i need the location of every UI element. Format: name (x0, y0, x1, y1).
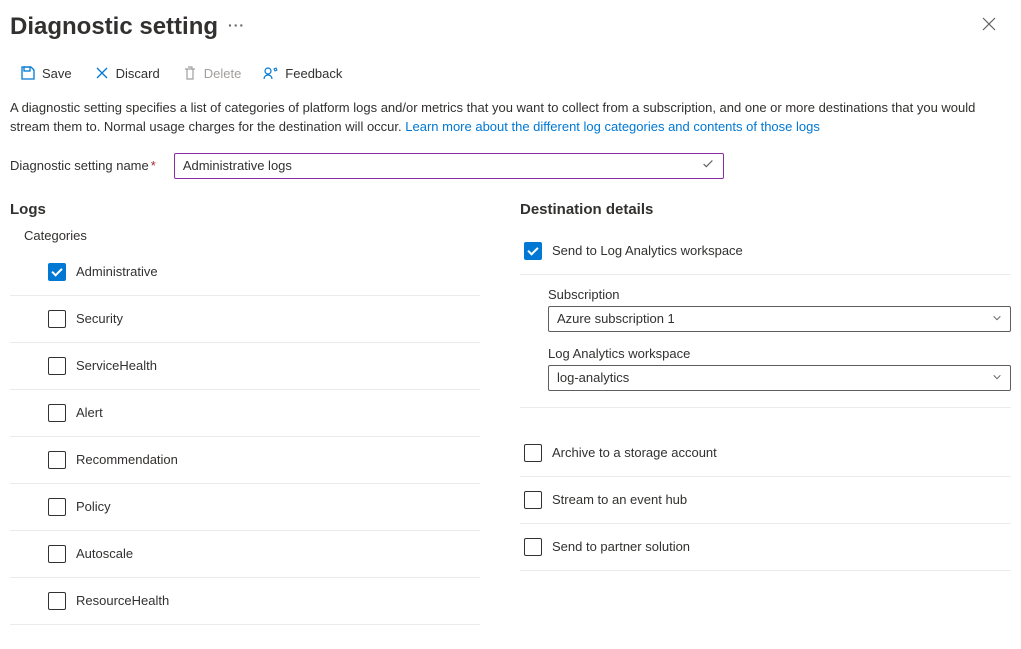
save-button[interactable]: Save (18, 61, 74, 85)
checkmark-icon (701, 157, 715, 174)
checkbox-alert[interactable] (48, 404, 66, 422)
category-label: Recommendation (76, 452, 178, 467)
save-icon (20, 65, 36, 81)
description-text: A diagnostic setting specifies a list of… (10, 97, 990, 141)
category-security[interactable]: Security (10, 296, 480, 343)
category-label: ResourceHealth (76, 593, 169, 608)
delete-label: Delete (204, 66, 242, 81)
workspace-select[interactable]: log-analytics (548, 365, 1011, 391)
feedback-label: Feedback (285, 66, 342, 81)
page-title: Diagnostic setting (10, 13, 218, 41)
checkbox-eventhub[interactable] (524, 491, 542, 509)
feedback-icon (263, 65, 279, 81)
checkbox-log-analytics[interactable] (524, 242, 542, 260)
checkbox-storage[interactable] (524, 444, 542, 462)
dest-label: Send to partner solution (552, 539, 690, 554)
categories-label: Categories (24, 228, 480, 243)
delete-icon (182, 65, 198, 81)
checkbox-security[interactable] (48, 310, 66, 328)
subscription-label: Subscription (548, 287, 1011, 302)
setting-name-value: Administrative logs (183, 158, 292, 173)
checkbox-resourcehealth[interactable] (48, 592, 66, 610)
setting-name-input[interactable]: Administrative logs (174, 153, 724, 179)
dest-label: Archive to a storage account (552, 445, 717, 460)
more-options-icon[interactable]: ··· (228, 17, 245, 37)
dest-label: Send to Log Analytics workspace (552, 243, 743, 258)
dest-eventhub[interactable]: Stream to an event hub (520, 477, 1011, 524)
category-label: Autoscale (76, 546, 133, 561)
checkbox-partner[interactable] (524, 538, 542, 556)
learn-more-link[interactable]: Learn more about the different log categ… (405, 119, 820, 134)
dest-partner[interactable]: Send to partner solution (520, 524, 1011, 571)
setting-name-label: Diagnostic setting name* (10, 158, 156, 173)
checkbox-administrative[interactable] (48, 263, 66, 281)
category-recommendation[interactable]: Recommendation (10, 437, 480, 484)
chevron-down-icon (992, 370, 1002, 385)
dest-log-analytics[interactable]: Send to Log Analytics workspace (520, 228, 1011, 275)
workspace-label: Log Analytics workspace (548, 346, 1011, 361)
checkbox-autoscale[interactable] (48, 545, 66, 563)
category-resourcehealth[interactable]: ResourceHealth (10, 578, 480, 625)
checkbox-policy[interactable] (48, 498, 66, 516)
required-icon: * (151, 158, 156, 173)
category-administrative[interactable]: Administrative (10, 249, 480, 296)
discard-label: Discard (116, 66, 160, 81)
subscription-select[interactable]: Azure subscription 1 (548, 306, 1011, 332)
discard-button[interactable]: Discard (92, 61, 162, 85)
dest-storage[interactable]: Archive to a storage account (520, 430, 1011, 477)
delete-button: Delete (180, 61, 244, 85)
subscription-value: Azure subscription 1 (557, 311, 675, 326)
checkbox-recommendation[interactable] (48, 451, 66, 469)
category-label: Policy (76, 499, 111, 514)
category-label: Administrative (76, 264, 158, 279)
category-alert[interactable]: Alert (10, 390, 480, 437)
category-servicehealth[interactable]: ServiceHealth (10, 343, 480, 390)
chevron-down-icon (992, 311, 1002, 326)
category-autoscale[interactable]: Autoscale (10, 531, 480, 578)
feedback-button[interactable]: Feedback (261, 61, 344, 85)
workspace-value: log-analytics (557, 370, 629, 385)
destinations-title: Destination details (520, 201, 1011, 218)
category-label: ServiceHealth (76, 358, 157, 373)
category-label: Alert (76, 405, 103, 420)
toolbar: Save Discard Delete Feedback (10, 43, 1011, 97)
discard-icon (94, 65, 110, 81)
category-policy[interactable]: Policy (10, 484, 480, 531)
logs-title: Logs (10, 201, 480, 218)
category-label: Security (76, 311, 123, 326)
checkbox-servicehealth[interactable] (48, 357, 66, 375)
dest-label: Stream to an event hub (552, 492, 687, 507)
close-icon[interactable] (975, 10, 1003, 43)
save-label: Save (42, 66, 72, 81)
